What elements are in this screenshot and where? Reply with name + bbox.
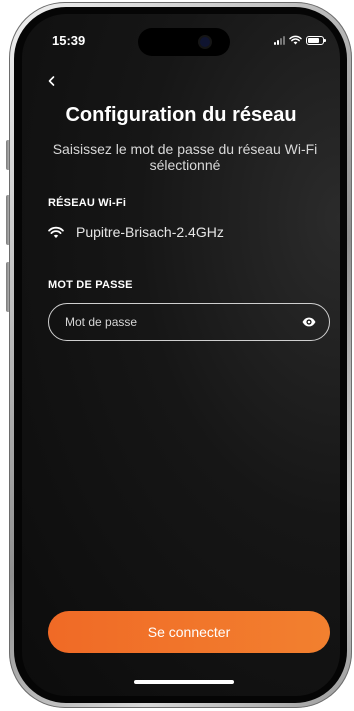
wifi-section-label: RÉSEAU Wi-Fi	[48, 197, 127, 209]
password-input[interactable]	[63, 314, 301, 330]
app-screen: 15:39 Configuration du réseau Saisissez …	[22, 14, 340, 696]
dynamic-island	[138, 28, 230, 56]
battery-icon	[306, 35, 326, 45]
show-password-toggle[interactable]	[301, 314, 317, 330]
status-icons	[274, 35, 326, 45]
page-subtitle: Saisissez le mot de passe du réseau Wi-F…	[52, 141, 318, 173]
wifi-status-icon	[289, 35, 302, 45]
back-button[interactable]	[44, 70, 68, 94]
status-time: 15:39	[52, 33, 86, 48]
selected-network: Pupitre-Brisach-2.4GHz	[48, 224, 224, 240]
signal-icon	[274, 35, 285, 45]
wifi-network-name: Pupitre-Brisach-2.4GHz	[76, 224, 224, 240]
password-section-label: MOT DE PASSE	[48, 279, 133, 291]
camera-icon	[200, 37, 210, 47]
wifi-icon	[48, 226, 64, 238]
page-title: Configuration du réseau	[65, 104, 297, 126]
connect-button[interactable]: Se connecter	[48, 611, 330, 653]
device-mockup: 15:39 Configuration du réseau Saisissez …	[0, 0, 354, 711]
eye-icon	[302, 317, 316, 327]
password-field[interactable]	[48, 303, 330, 341]
home-indicator[interactable]	[134, 680, 234, 684]
chevron-left-icon	[48, 76, 55, 86]
